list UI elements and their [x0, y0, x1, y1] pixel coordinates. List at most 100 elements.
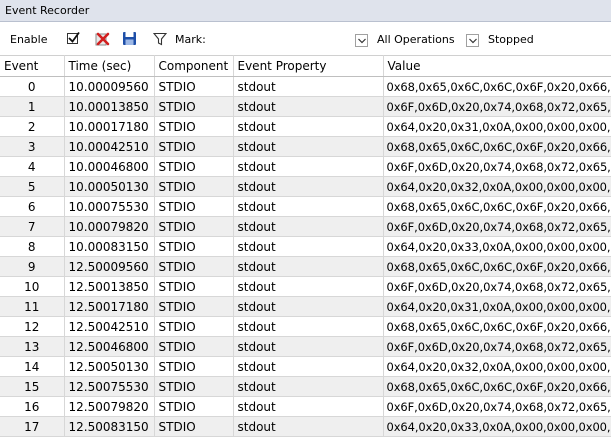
- cell-event-property: stdout: [233, 256, 384, 277]
- cell-time: 10.00083150: [64, 236, 155, 257]
- cell-value: 0x64,0x20,0x33,0x0A,0x00,0x00,0x00,0x00: [383, 236, 611, 257]
- cell-value: 0x64,0x20,0x33,0x0A,0x00,0x00,0x00,0x00: [383, 416, 611, 437]
- cell-value: 0x68,0x65,0x6C,0x6C,0x6F,0x20,0x66,0x72: [383, 76, 611, 97]
- cell-event-property: stdout: [233, 176, 384, 197]
- table-row[interactable]: 16 12.50079820 STDIO stdout 0x6F,0x6D,0x20,0…: [0, 396, 611, 417]
- cell-event: 16: [0, 396, 65, 417]
- cell-event-property: stdout: [233, 416, 384, 437]
- chevron-down-icon: [469, 38, 477, 44]
- cell-event-property: stdout: [233, 236, 384, 257]
- cell-event: 2: [0, 116, 65, 137]
- mark-label: Mark:: [175, 33, 206, 46]
- cell-event: 15: [0, 376, 65, 397]
- cell-component: STDIO: [154, 296, 234, 317]
- column-header-component[interactable]: Component: [154, 55, 234, 77]
- cell-event: 12: [0, 316, 65, 337]
- cell-event: 5: [0, 176, 65, 197]
- cell-component: STDIO: [154, 416, 234, 437]
- table-row[interactable]: 11 12.50017180 STDIO stdout 0x64,0x20,0x31,0…: [0, 296, 611, 317]
- cell-component: STDIO: [154, 176, 234, 197]
- cell-time: 12.50083150: [64, 416, 155, 437]
- window-title-bar: Event Recorder: [0, 0, 611, 22]
- cell-value: 0x6F,0x6D,0x20,0x74,0x68,0x72,0x65,0x61: [383, 396, 611, 417]
- cell-value: 0x68,0x65,0x6C,0x6C,0x6F,0x20,0x66,0x72: [383, 196, 611, 217]
- cell-value: 0x6F,0x6D,0x20,0x74,0x68,0x72,0x65,0x61: [383, 216, 611, 237]
- table-row[interactable]: 3 10.00042510 STDIO stdout 0x68,0x65,0x6C,0x…: [0, 136, 611, 157]
- cell-event: 8: [0, 236, 65, 257]
- table-row[interactable]: 0 10.00009560 STDIO stdout 0x68,0x65,0x6C,0x…: [0, 76, 611, 97]
- cell-value: 0x64,0x20,0x32,0x0A,0x00,0x00,0x00,0x00: [383, 176, 611, 197]
- cell-value: 0x6F,0x6D,0x20,0x74,0x68,0x72,0x65,0x61: [383, 276, 611, 297]
- cell-component: STDIO: [154, 256, 234, 277]
- table-row[interactable]: 8 10.00083150 STDIO stdout 0x64,0x20,0x33,0x…: [0, 236, 611, 257]
- table-row[interactable]: 14 12.50050130 STDIO stdout 0x64,0x20,0x32,0…: [0, 356, 611, 377]
- cell-value: 0x68,0x65,0x6C,0x6C,0x6F,0x20,0x66,0x72: [383, 136, 611, 157]
- cell-event: 17: [0, 416, 65, 437]
- save-icon[interactable]: [122, 31, 137, 46]
- cell-event: 14: [0, 356, 65, 377]
- table-row[interactable]: 2 10.00017180 STDIO stdout 0x64,0x20,0x31,0x…: [0, 116, 611, 137]
- cell-time: 10.00079820: [64, 216, 155, 237]
- cell-event: 10: [0, 276, 65, 297]
- cell-time: 12.50013850: [64, 276, 155, 297]
- window-title: Event Recorder: [5, 4, 90, 17]
- cell-value: 0x68,0x65,0x6C,0x6C,0x6F,0x20,0x66,0x72: [383, 316, 611, 337]
- operations-select[interactable]: All Operations: [377, 33, 455, 46]
- cell-component: STDIO: [154, 396, 234, 417]
- clear-icon[interactable]: [94, 31, 110, 47]
- cell-event: 0: [0, 76, 65, 97]
- event-table-container[interactable]: Event Time (sec) Component Event Propert…: [0, 55, 611, 443]
- cell-value: 0x68,0x65,0x6C,0x6C,0x6F,0x20,0x66,0x72: [383, 256, 611, 277]
- table-row[interactable]: 1 10.00013850 STDIO stdout 0x6F,0x6D,0x20,0x…: [0, 96, 611, 117]
- recorder-status: Stopped: [488, 33, 534, 46]
- cell-component: STDIO: [154, 336, 234, 357]
- table-row[interactable]: 7 10.00079820 STDIO stdout 0x6F,0x6D,0x20,0x…: [0, 216, 611, 237]
- cell-value: 0x64,0x20,0x31,0x0A,0x00,0x00,0x00,0x00: [383, 116, 611, 137]
- cell-component: STDIO: [154, 76, 234, 97]
- cell-event-property: stdout: [233, 116, 384, 137]
- cell-time: 12.50009560: [64, 256, 155, 277]
- cell-time: 12.50017180: [64, 296, 155, 317]
- cell-value: 0x68,0x65,0x6C,0x6C,0x6F,0x20,0x66,0x72: [383, 376, 611, 397]
- table-row[interactable]: 10 12.50013850 STDIO stdout 0x6F,0x6D,0x20,0…: [0, 276, 611, 297]
- enable-label: Enable: [10, 33, 48, 46]
- chevron-down-icon: [358, 38, 366, 44]
- column-header-time[interactable]: Time (sec): [64, 55, 155, 77]
- operations-dropdown-button[interactable]: [466, 34, 479, 47]
- table-row[interactable]: 17 12.50083150 STDIO stdout 0x64,0x20,0x33,0…: [0, 416, 611, 437]
- mark-dropdown-button[interactable]: [355, 34, 368, 47]
- cell-time: 12.50046800: [64, 336, 155, 357]
- column-header-event-property[interactable]: Event Property: [233, 55, 384, 77]
- cell-time: 10.00009560: [64, 76, 155, 97]
- table-row[interactable]: 4 10.00046800 STDIO stdout 0x6F,0x6D,0x20,0x…: [0, 156, 611, 177]
- cell-event: 11: [0, 296, 65, 317]
- cell-component: STDIO: [154, 96, 234, 117]
- cell-event-property: stdout: [233, 136, 384, 157]
- cell-value: 0x6F,0x6D,0x20,0x74,0x68,0x72,0x65,0x61: [383, 96, 611, 117]
- cell-time: 10.00042510: [64, 136, 155, 157]
- toolbar: Enable Mark: All Operations Stopped: [0, 22, 611, 54]
- table-row[interactable]: 9 12.50009560 STDIO stdout 0x68,0x65,0x6C,0x…: [0, 256, 611, 277]
- table-row[interactable]: 5 10.00050130 STDIO stdout 0x64,0x20,0x32,0x…: [0, 176, 611, 197]
- filter-icon[interactable]: [153, 32, 167, 46]
- cell-value: 0x64,0x20,0x31,0x0A,0x00,0x00,0x00,0x00: [383, 296, 611, 317]
- column-header-value[interactable]: Value: [383, 55, 611, 77]
- table-row[interactable]: 6 10.00075530 STDIO stdout 0x68,0x65,0x6C,0x…: [0, 196, 611, 217]
- cell-event-property: stdout: [233, 76, 384, 97]
- cell-component: STDIO: [154, 136, 234, 157]
- cell-component: STDIO: [154, 316, 234, 337]
- table-row[interactable]: 13 12.50046800 STDIO stdout 0x6F,0x6D,0x20,0…: [0, 336, 611, 357]
- event-table: Event Time (sec) Component Event Propert…: [0, 55, 611, 437]
- enable-checkbox[interactable]: [67, 31, 80, 44]
- table-row[interactable]: 12 12.50042510 STDIO stdout 0x68,0x65,0x6C,0…: [0, 316, 611, 337]
- cell-event-property: stdout: [233, 276, 384, 297]
- cell-event-property: stdout: [233, 376, 384, 397]
- checkmark-icon: [68, 31, 80, 43]
- cell-component: STDIO: [154, 196, 234, 217]
- cell-event-property: stdout: [233, 196, 384, 217]
- cell-event: 3: [0, 136, 65, 157]
- cell-event: 7: [0, 216, 65, 237]
- table-row[interactable]: 15 12.50075530 STDIO stdout 0x68,0x65,0x6C,0…: [0, 376, 611, 397]
- cell-component: STDIO: [154, 356, 234, 377]
- column-header-event[interactable]: Event: [0, 55, 65, 77]
